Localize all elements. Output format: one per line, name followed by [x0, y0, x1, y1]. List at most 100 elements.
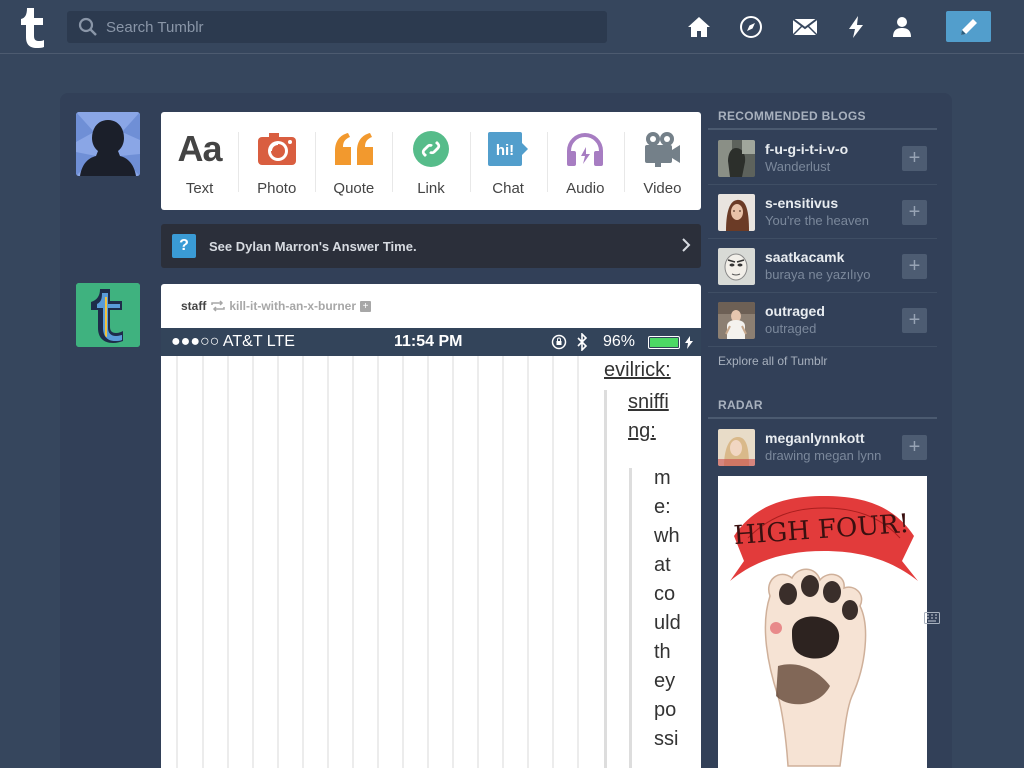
blog-title: outraged	[765, 321, 817, 336]
answer-time-banner[interactable]: ? See Dylan Marron's Answer Time.	[161, 224, 701, 268]
bluetooth-icon	[577, 333, 588, 351]
new-text-post-button[interactable]: Aa Text	[161, 112, 238, 210]
radar-heading: RADAR	[718, 398, 763, 412]
blog-name[interactable]: meganlynnkott	[765, 430, 865, 446]
follow-button[interactable]: +	[902, 146, 927, 171]
screenshot-name-text: evilrick:	[604, 359, 671, 381]
headphones-icon	[565, 130, 605, 168]
screenshot-name-text: sniffi	[628, 391, 669, 413]
follow-button[interactable]: +	[902, 308, 927, 333]
blog-name[interactable]: s-ensitivus	[765, 195, 838, 211]
screenshot-text-line: uld	[654, 612, 681, 634]
post-type-label: Text	[185, 180, 214, 197]
post-type-label: Link	[417, 180, 445, 197]
blog-title: Wanderlust	[765, 159, 831, 174]
search-input[interactable]	[106, 18, 586, 36]
question-mark-icon: ?	[172, 234, 196, 258]
compose-button[interactable]	[946, 11, 991, 42]
blog-title: drawing megan lynn	[765, 448, 882, 463]
top-navigation-bar	[0, 0, 1024, 54]
user-avatar[interactable]	[76, 112, 140, 176]
new-video-post-button[interactable]: Video	[623, 112, 701, 210]
post-author-link[interactable]: staff	[181, 299, 206, 313]
screenshot-text-line: e:	[654, 496, 671, 518]
chat-icon: hi!	[487, 130, 529, 168]
time-text: 11:54 PM	[394, 333, 463, 350]
battery-percent-text: 96%	[603, 333, 636, 350]
svg-text:hi!: hi!	[496, 142, 514, 159]
explore-compass-icon[interactable]	[738, 14, 764, 40]
new-audio-post-button[interactable]: Audio	[546, 112, 624, 210]
new-post-menu: Aa Text Photo Quote Link hi! Chat Audio	[161, 112, 701, 210]
account-person-icon[interactable]	[889, 14, 915, 40]
blog-name[interactable]: f-u-g-i-t-i-v-o	[765, 141, 848, 157]
link-icon	[412, 130, 450, 168]
inbox-mail-icon[interactable]	[792, 14, 818, 40]
post-type-label: Chat	[492, 180, 524, 197]
follow-plus-icon[interactable]: +	[360, 300, 372, 312]
new-chat-post-button[interactable]: hi! Chat	[469, 112, 547, 210]
home-icon[interactable]	[686, 14, 712, 40]
new-quote-post-button[interactable]: Quote	[315, 112, 392, 210]
screenshot-text-line: ssi	[654, 728, 679, 750]
screenshot-name-text: ng:	[628, 420, 656, 442]
charging-bolt-icon	[685, 336, 693, 349]
divider	[708, 417, 937, 419]
video-camera-icon	[643, 130, 681, 168]
post-type-label: Audio	[566, 180, 605, 197]
answer-time-text: See Dylan Marron's Answer Time.	[209, 238, 417, 254]
post-type-label: Photo	[257, 180, 297, 197]
rotation-lock-icon	[551, 334, 567, 350]
radar-post-image[interactable]: HIGH FOUR!	[718, 476, 927, 768]
post-screenshot-image: evilrick: sniffi ng: m e: wh at co uld t…	[161, 356, 701, 768]
screenshot-text-line: at	[654, 554, 671, 576]
radar-blog-item[interactable]: meganlynnkott drawing megan lynn +	[708, 420, 937, 472]
blog-avatar[interactable]	[718, 140, 755, 177]
blog-avatar[interactable]	[718, 194, 755, 231]
blog-title: buraya ne yazılıyo	[765, 267, 871, 282]
blog-name[interactable]: outraged	[765, 303, 825, 319]
blog-name[interactable]: saatkacamk	[765, 249, 844, 265]
divider	[708, 128, 937, 130]
recommended-blogs-heading: RECOMMENDED BLOGS	[718, 109, 866, 123]
new-link-post-button[interactable]: Link	[392, 112, 469, 210]
tumblr-logo-icon[interactable]	[16, 6, 50, 48]
screenshot-text-line: m	[654, 467, 671, 489]
screenshot-text-line: po	[654, 699, 677, 721]
search-icon	[78, 17, 97, 36]
new-photo-post-button[interactable]: Photo	[238, 112, 315, 210]
carrier-text: ●●●○○ AT&T LTE	[171, 333, 295, 350]
battery-icon	[648, 336, 680, 349]
blog-avatar[interactable]	[718, 429, 755, 466]
screenshot-text-line: th	[654, 641, 671, 663]
blog-avatar[interactable]	[718, 248, 755, 285]
phone-status-bar: ●●●○○ AT&T LTE 11:54 PM 96%	[161, 328, 701, 356]
activity-lightning-icon[interactable]	[843, 14, 869, 40]
post-type-label: Video	[643, 180, 682, 197]
dashboard-post: staff kill-it-with-an-x-burner + ●●●○○ A…	[161, 284, 701, 768]
post-type-label: Quote	[333, 180, 375, 197]
blog-avatar[interactable]	[718, 302, 755, 339]
reblog-arrows-icon	[211, 300, 226, 312]
chevron-right-icon	[682, 238, 691, 252]
search-bar[interactable]	[67, 11, 607, 43]
quote-icon	[333, 130, 375, 168]
screenshot-text-line: co	[654, 583, 676, 605]
follow-button[interactable]: +	[902, 200, 927, 225]
recommended-blog-item[interactable]: saatkacamk buraya ne yazılıyo +	[708, 239, 937, 293]
screenshot-text-line: ey	[654, 670, 676, 692]
screenshot-text-line: wh	[654, 525, 680, 547]
follow-button[interactable]: +	[902, 254, 927, 279]
reblogged-from-link[interactable]: kill-it-with-an-x-burner	[229, 299, 356, 313]
recommended-blog-item[interactable]: s-ensitivus You're the heaven +	[708, 185, 937, 239]
recommended-blog-item[interactable]: f-u-g-i-t-i-v-o Wanderlust +	[708, 131, 937, 185]
keyboard-shortcuts-icon[interactable]	[924, 612, 940, 624]
blog-title: You're the heaven	[765, 213, 869, 228]
follow-button[interactable]: +	[902, 435, 927, 460]
staff-avatar[interactable]	[76, 283, 140, 347]
explore-all-link[interactable]: Explore all of Tumblr	[718, 354, 827, 368]
text-aa-icon: Aa	[177, 128, 223, 169]
pencil-icon	[960, 18, 977, 35]
post-header: staff kill-it-with-an-x-burner +	[161, 284, 701, 328]
recommended-blog-item[interactable]: outraged outraged +	[708, 293, 937, 347]
